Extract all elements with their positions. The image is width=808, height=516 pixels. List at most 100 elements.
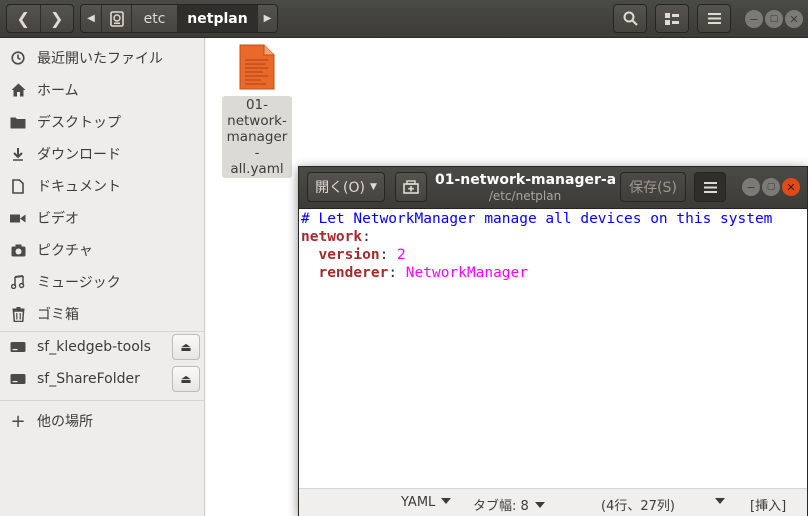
new-tab-button[interactable] xyxy=(395,172,427,202)
sidebar-item-label: ドキュメント xyxy=(37,179,121,195)
chevron-left-icon: ❮ xyxy=(16,9,30,28)
status-bar: YAML タブ幅: 8 (4行、27列) [挿入] xyxy=(299,488,807,516)
grid-view-icon xyxy=(665,12,679,25)
minimize-icon: − xyxy=(746,180,756,194)
recent-icon xyxy=(8,51,28,65)
path-scroll-left-button[interactable]: ◀ xyxy=(81,5,101,32)
minimize-button[interactable]: − xyxy=(745,10,763,28)
save-button-label: 保存(S) xyxy=(629,180,677,196)
code-line-2: network: xyxy=(301,228,805,246)
sidebar-item-recent[interactable]: 最近開いたファイル xyxy=(0,42,204,74)
maximize-icon: ▢ xyxy=(766,182,776,192)
path-root-button[interactable] xyxy=(101,5,131,32)
plus-icon: + xyxy=(10,410,26,432)
open-button[interactable]: 開く(O) ▼ xyxy=(307,172,385,202)
position-menu-button[interactable] xyxy=(709,495,725,510)
code-line-4: renderer: NetworkManager xyxy=(301,264,805,282)
colon-token: : xyxy=(379,247,398,263)
sidebar-item-other-locations[interactable]: + 他の場所 xyxy=(0,405,204,437)
cursor-position[interactable]: (4行、27列) xyxy=(601,495,675,514)
eject-icon: ⏏ xyxy=(180,372,192,386)
trash-icon xyxy=(8,306,28,322)
file-name-part: 01- xyxy=(245,97,269,113)
maximize-button[interactable]: ▢ xyxy=(765,10,783,28)
insert-mode-label: [挿入] xyxy=(750,499,787,514)
sidebar-item-pictures[interactable]: ピクチャ xyxy=(0,234,204,266)
folder-icon xyxy=(8,116,28,129)
code-line-1: # Let NetworkManager manage all devices … xyxy=(301,210,805,228)
sidebar-item-label: ミュージック xyxy=(37,275,121,291)
triangle-left-icon: ◀ xyxy=(87,13,95,24)
text-editor[interactable]: # Let NetworkManager manage all devices … xyxy=(301,210,805,282)
download-icon xyxy=(8,147,28,161)
insert-mode: [挿入] xyxy=(750,495,786,514)
file-name-part: all.yaml xyxy=(230,161,284,177)
nav-buttons: ❮ ❯ xyxy=(6,4,74,33)
sidebar-item-label: ダウンロード xyxy=(37,147,121,163)
sidebar-item-home[interactable]: ホーム xyxy=(0,74,204,106)
eject-button[interactable]: ⏏ xyxy=(172,334,200,360)
sidebar-item-label: 他の場所 xyxy=(37,414,93,430)
view-toggle-button[interactable] xyxy=(655,4,689,33)
gedit-maximize-button[interactable]: ▢ xyxy=(762,178,780,196)
video-icon xyxy=(8,213,28,224)
sidebar-item-label: 最近開いたファイル xyxy=(37,51,163,67)
sidebar-item-label: ビデオ xyxy=(37,211,79,227)
file-item[interactable]: 01- network- manager- all.yaml xyxy=(222,44,292,178)
chevron-down-icon xyxy=(534,502,545,508)
sidebar: 最近開いたファイル ホーム デスクトップ ダウンロード ドキュメント ビデオ ピ… xyxy=(0,38,205,516)
document-title: 01-network-manager-a... /etc/netplan xyxy=(435,172,615,203)
gedit-headerbar: 開く(O) ▼ 01-network-manager-a... /etc/net… xyxy=(299,167,807,209)
sidebar-item-desktop[interactable]: デスクトップ xyxy=(0,106,204,138)
sidebar-item-label: sf_kledgeb-tools xyxy=(37,339,151,355)
sidebar-drive-sf-kledgeb-tools[interactable]: sf_kledgeb-tools ⏏ xyxy=(0,331,204,363)
eject-button[interactable]: ⏏ xyxy=(172,366,200,392)
sidebar-item-label: ホーム xyxy=(37,83,79,99)
sidebar-item-label: sf_ShareFolder xyxy=(37,371,140,387)
camera-icon xyxy=(8,244,28,257)
sidebar-drive-sf-sharefolder[interactable]: sf_ShareFolder ⏏ xyxy=(0,363,204,395)
document-path: /etc/netplan xyxy=(488,189,562,203)
cursor-position-label: (4行、27列) xyxy=(601,499,675,514)
sidebar-item-trash[interactable]: ゴミ箱 xyxy=(0,298,204,330)
sidebar-item-documents[interactable]: ドキュメント xyxy=(0,170,204,202)
sidebar-item-label: デスクトップ xyxy=(37,115,121,131)
gedit-close-button[interactable]: ✕ xyxy=(782,178,800,196)
sidebar-item-label: ピクチャ xyxy=(37,243,93,259)
forward-button[interactable]: ❯ xyxy=(39,5,74,32)
minimize-icon: − xyxy=(749,12,759,26)
path-segment-etc[interactable]: etc xyxy=(131,5,177,32)
yaml-file-icon xyxy=(239,44,275,90)
path-bar: ◀ etc netplan ▶ xyxy=(80,4,278,33)
sidebar-item-label: ゴミ箱 xyxy=(37,307,79,323)
path-segment-netplan[interactable]: netplan xyxy=(177,5,257,32)
file-name-part: network- xyxy=(227,113,287,129)
chevron-down-icon: ▼ xyxy=(370,182,377,192)
colon-token: : xyxy=(388,265,406,281)
sidebar-item-downloads[interactable]: ダウンロード xyxy=(0,138,204,170)
music-icon xyxy=(8,275,28,289)
menu-button[interactable] xyxy=(697,4,731,33)
file-name-part: manager- xyxy=(226,129,288,161)
sidebar-item-music[interactable]: ミュージック xyxy=(0,266,204,298)
back-button[interactable]: ❮ xyxy=(7,5,40,32)
comment-token: # Let NetworkManager manage all devices … xyxy=(301,211,773,227)
key-token: version xyxy=(318,247,380,263)
search-button[interactable] xyxy=(613,4,647,33)
path-scroll-right-button[interactable]: ▶ xyxy=(257,5,277,32)
sidebar-item-videos[interactable]: ビデオ xyxy=(0,202,204,234)
drive-icon xyxy=(8,341,28,353)
tab-width-selector[interactable]: タブ幅: 8 xyxy=(473,495,545,514)
open-button-label: 開く(O) xyxy=(315,180,366,196)
language-selector[interactable]: YAML xyxy=(401,495,452,510)
tab-width-label: タブ幅: 8 xyxy=(473,499,529,514)
maximize-icon: ▢ xyxy=(769,14,779,24)
gedit-menu-button[interactable] xyxy=(694,172,726,202)
drive-icon xyxy=(8,373,28,385)
gedit-minimize-button[interactable]: − xyxy=(742,178,760,196)
value-token: 2 xyxy=(397,247,406,263)
language-label: YAML xyxy=(401,495,436,510)
save-button[interactable]: 保存(S) xyxy=(620,172,686,202)
sidebar-separator xyxy=(0,400,204,401)
close-button[interactable]: ✕ xyxy=(785,10,803,28)
